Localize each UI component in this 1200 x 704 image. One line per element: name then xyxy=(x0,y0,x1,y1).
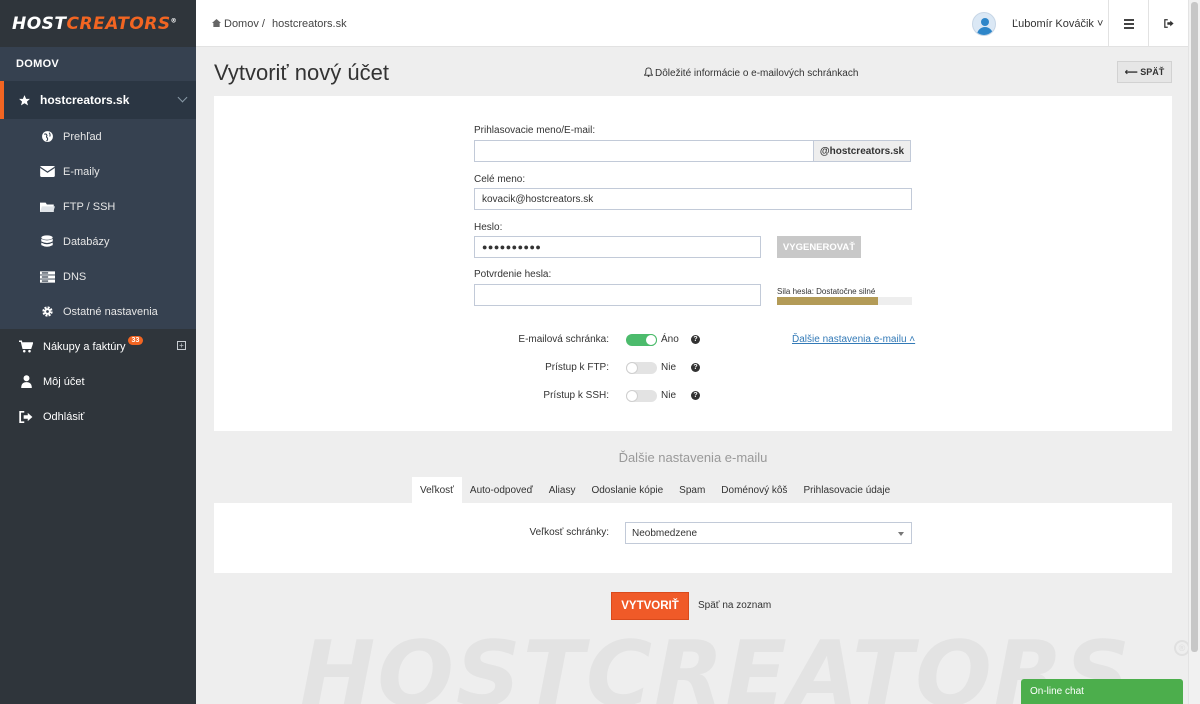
tab-velkost[interactable]: Veľkosť xyxy=(412,477,462,503)
ftp-toggle-label: Prístup k FTP: xyxy=(545,362,609,373)
breadcrumb-current: hostcreators.sk xyxy=(272,18,347,30)
login-label: Prihlasovacie meno/E-mail: xyxy=(474,125,596,136)
tab-auto-odpoved[interactable]: Auto-odpoveď xyxy=(462,477,541,503)
help-icon[interactable]: ? xyxy=(691,391,700,400)
gear-icon xyxy=(39,305,55,319)
sidebar-item-odhlasit[interactable]: Odhlásiť xyxy=(0,399,196,434)
bell-icon xyxy=(643,67,654,77)
tab-aliasy[interactable]: Aliasy xyxy=(541,477,584,503)
fullname-input[interactable]: kovacik@hostcreators.sk xyxy=(474,188,912,210)
sidebar-item-ftp-ssh[interactable]: FTP / SSH xyxy=(0,189,196,224)
menu-button[interactable] xyxy=(1108,0,1148,47)
server-icon xyxy=(39,270,55,284)
password-label: Heslo: xyxy=(474,222,503,233)
logout-icon xyxy=(1163,19,1174,28)
sidebar-item-label: Prehľad xyxy=(63,130,102,143)
user-icon xyxy=(18,375,34,389)
mailbox-toggle-value: Áno xyxy=(661,334,679,345)
sidebar-item-moj-ucet[interactable]: Môj účet xyxy=(0,364,196,399)
login-input[interactable] xyxy=(474,140,814,162)
sidebar-item-label: E-maily xyxy=(63,165,100,178)
logo-registered: ® xyxy=(170,16,178,24)
user-menu[interactable]: Ľubomír Kováčik ˅ xyxy=(1012,18,1103,30)
mailbox-size-value: Neobmedzene xyxy=(632,527,698,539)
confirm-password-label: Potvrdenie hesla: xyxy=(474,269,552,280)
confirm-password-input[interactable] xyxy=(474,284,761,306)
help-icon[interactable]: ? xyxy=(691,363,700,372)
domain-suffix: @hostcreators.sk xyxy=(813,140,911,162)
sidebar-item-databazy[interactable]: Databázy xyxy=(0,224,196,259)
sidebar-item-label: Môj účet xyxy=(43,375,85,388)
help-icon[interactable]: ? xyxy=(691,335,700,344)
mailbox-toggle[interactable] xyxy=(626,334,657,346)
sidebar-item-prehlad[interactable]: Prehľad xyxy=(0,119,196,154)
ftp-toggle[interactable] xyxy=(626,362,657,374)
settings-tabs: Veľkosť Auto-odpoveď Aliasy Odoslanie kó… xyxy=(412,477,898,503)
chevron-down-icon xyxy=(177,92,188,103)
breadcrumb-home-link[interactable]: Domov / xyxy=(224,18,265,30)
sidebar-item-label: Nákupy a faktúry xyxy=(43,340,126,353)
mailbox-size-label: Veľkosť schránky: xyxy=(529,527,609,538)
sidebar-item-domain[interactable]: hostcreators.sk xyxy=(0,81,196,119)
fullname-label: Celé meno: xyxy=(474,174,526,185)
sidebar-item-label: DNS xyxy=(63,270,87,283)
home-icon xyxy=(212,19,221,27)
sidebar-item-label: Databázy xyxy=(63,235,110,248)
more-settings-title: Ďalšie nastavenia e-mailu xyxy=(618,450,768,465)
online-chat-button[interactable]: On-line chat xyxy=(1021,679,1183,704)
logout-icon xyxy=(18,410,34,424)
star-icon xyxy=(18,94,31,107)
page-scrollbar[interactable] xyxy=(1188,0,1200,704)
top-header: Domov / hostcreators.sk Ľubomír Kováčik … xyxy=(196,0,1188,47)
generate-password-button[interactable]: VYGENEROVAŤ xyxy=(777,236,861,258)
tab-spam[interactable]: Spam xyxy=(671,477,713,503)
ssh-toggle-label: Prístup k SSH: xyxy=(543,390,609,401)
ssh-toggle[interactable] xyxy=(626,390,657,402)
envelope-icon xyxy=(39,165,55,179)
logout-button[interactable] xyxy=(1148,0,1188,47)
cart-icon xyxy=(18,340,34,354)
mailbox-info-text: Dôležité informácie o e-mailových schrán… xyxy=(655,68,859,79)
back-to-list-link[interactable]: Späť na zoznam xyxy=(698,600,771,611)
logo-text-host: HOST xyxy=(12,13,67,34)
sidebar: HOSTCREATORS® DOMOV hostcreators.sk Preh… xyxy=(0,0,196,704)
database-icon xyxy=(39,234,55,249)
caret-down-icon xyxy=(898,532,904,536)
password-strength-label: Sila hesla: Dostatočne silné xyxy=(777,287,876,296)
footer-watermark-logo: HOSTCREATORS xyxy=(300,622,1132,704)
sidebar-domain-label: hostcreators.sk xyxy=(40,93,130,107)
password-strength-bar xyxy=(777,297,912,305)
sidebar-item-dns[interactable]: DNS xyxy=(0,259,196,294)
tab-odoslanie-kopie[interactable]: Odoslanie kópie xyxy=(583,477,671,503)
more-email-settings-link[interactable]: Ďalšie nastavenia e-mailu ˄ xyxy=(792,334,915,345)
mailbox-size-select[interactable]: Neobmedzene xyxy=(625,522,912,544)
expand-plus-icon[interactable]: + xyxy=(177,341,186,350)
tab-prihlasovacie-udaje[interactable]: Prihlasovacie údaje xyxy=(795,477,898,503)
globe-icon xyxy=(39,130,55,144)
sidebar-item-label: Odhlásiť xyxy=(43,410,85,423)
sidebar-item-ostatne-nastavenia[interactable]: Ostatné nastavenia xyxy=(0,294,196,329)
orders-count-badge: 33 xyxy=(127,336,144,345)
sidebar-section-domov[interactable]: DOMOV xyxy=(0,47,196,81)
logo[interactable]: HOSTCREATORS® xyxy=(0,0,196,47)
ftp-toggle-value: Nie xyxy=(661,362,677,373)
sidebar-item-label: FTP / SSH xyxy=(63,200,116,213)
create-button[interactable]: VYTVORIŤ xyxy=(611,592,689,620)
breadcrumb: Domov / hostcreators.sk xyxy=(212,18,347,30)
sidebar-item-nakupy[interactable]: Nákupy a faktúry 33 + xyxy=(0,329,196,364)
mailbox-toggle-label: E-mailová schránka: xyxy=(518,334,609,345)
sidebar-item-label: Ostatné nastavenia xyxy=(63,305,158,318)
mailbox-info-link[interactable]: Dôležité informácie o e-mailových schrán… xyxy=(643,67,859,79)
password-input[interactable]: ●●●●●●●●●● xyxy=(474,236,761,258)
hamburger-icon xyxy=(1123,17,1134,31)
sidebar-item-emaily[interactable]: E-maily xyxy=(0,154,196,189)
password-strength-fill xyxy=(777,297,879,305)
tab-domenovy-kos[interactable]: Doménový kôš xyxy=(713,477,795,503)
ssh-toggle-value: Nie xyxy=(661,390,677,401)
page-title: Vytvoriť nový účet xyxy=(214,60,389,85)
logo-text-creators: CREATORS xyxy=(66,13,171,34)
back-button[interactable]: ⟵ SPÄŤ xyxy=(1117,61,1172,83)
avatar[interactable] xyxy=(972,12,996,36)
folder-icon xyxy=(39,200,55,214)
